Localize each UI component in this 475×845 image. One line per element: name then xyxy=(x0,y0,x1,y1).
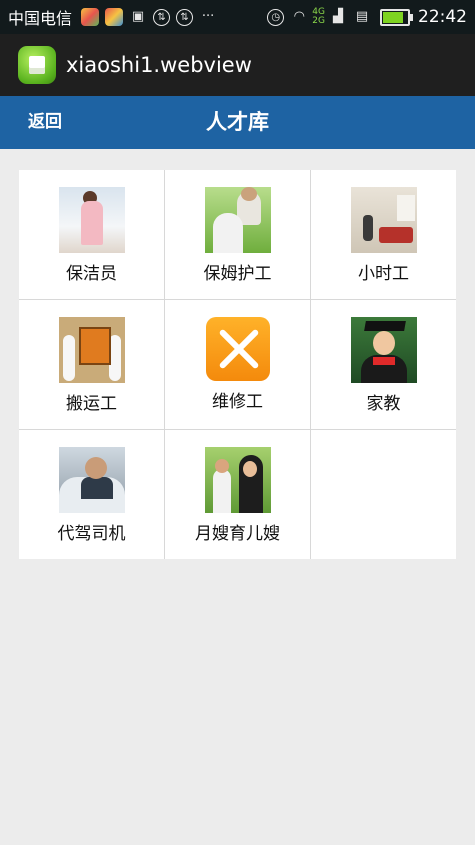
header-bar: 返回 人才库 xyxy=(0,96,475,149)
category-tutor[interactable]: 家教 xyxy=(311,300,456,429)
sim-card-icon: ▤ xyxy=(355,9,369,24)
category-mover[interactable]: 搬运工 xyxy=(19,300,164,429)
repair-tools-icon xyxy=(205,317,270,381)
wifi-icon: ◠ xyxy=(293,9,305,24)
app-bar: xiaoshi1.webview xyxy=(0,34,475,96)
sync-icon: ⇅ xyxy=(153,8,171,26)
page-title: 人才库 xyxy=(206,110,269,134)
signal-icon: ▟ xyxy=(333,9,343,24)
network-2g-label: 2G xyxy=(312,16,325,26)
cleaner-photo xyxy=(58,187,125,253)
sync-icon: ⇅ xyxy=(176,8,194,26)
sim-icon: ▣ xyxy=(131,9,145,24)
hourly-worker-photo xyxy=(350,187,417,253)
driver-photo xyxy=(58,447,125,513)
maternity-nanny-photo xyxy=(204,447,271,513)
category-label: 家教 xyxy=(366,394,401,414)
category-label: 代驾司机 xyxy=(57,524,126,544)
android-app-icon xyxy=(18,46,56,84)
category-hourly-worker[interactable]: 小时工 xyxy=(311,170,456,299)
category-label: 保洁员 xyxy=(66,264,117,284)
category-label: 保姆护工 xyxy=(203,264,272,284)
alarm-icon: ◷ xyxy=(267,8,285,26)
category-cleaner[interactable]: 保洁员 xyxy=(19,170,164,299)
category-driver[interactable]: 代驾司机 xyxy=(19,430,164,559)
mover-photo xyxy=(58,317,125,383)
carrier-name: 中国电信 xyxy=(8,9,73,28)
category-label: 搬运工 xyxy=(66,394,117,414)
app-title: xiaoshi1.webview xyxy=(66,53,252,77)
tutor-photo xyxy=(350,317,417,383)
network-type: 4G 2G xyxy=(312,8,325,26)
clock: 22:42 xyxy=(418,7,467,27)
category-label: 维修工 xyxy=(212,392,263,412)
app-notification-icon xyxy=(81,8,100,26)
category-grid: 保洁员 保姆护工 小时工 搬运工 维修工 家教 代驾司机 月嫂育儿嫂 xyxy=(19,170,456,559)
status-bar: 中国电信 ▣ ⇅ ⇅ ··· ◷ ◠ 4G 2G ▟ ▤ 22:42 xyxy=(0,0,475,34)
category-label: 小时工 xyxy=(358,264,409,284)
category-repair[interactable]: 维修工 xyxy=(165,300,310,429)
empty-cell xyxy=(311,430,456,559)
more-icon: ··· xyxy=(201,9,215,24)
category-nanny[interactable]: 保姆护工 xyxy=(165,170,310,299)
app-notification-icon xyxy=(105,8,124,26)
category-label: 月嫂育儿嫂 xyxy=(195,524,280,544)
category-maternity-nanny[interactable]: 月嫂育儿嫂 xyxy=(165,430,310,559)
battery-icon xyxy=(380,8,413,26)
nanny-photo xyxy=(204,187,271,253)
